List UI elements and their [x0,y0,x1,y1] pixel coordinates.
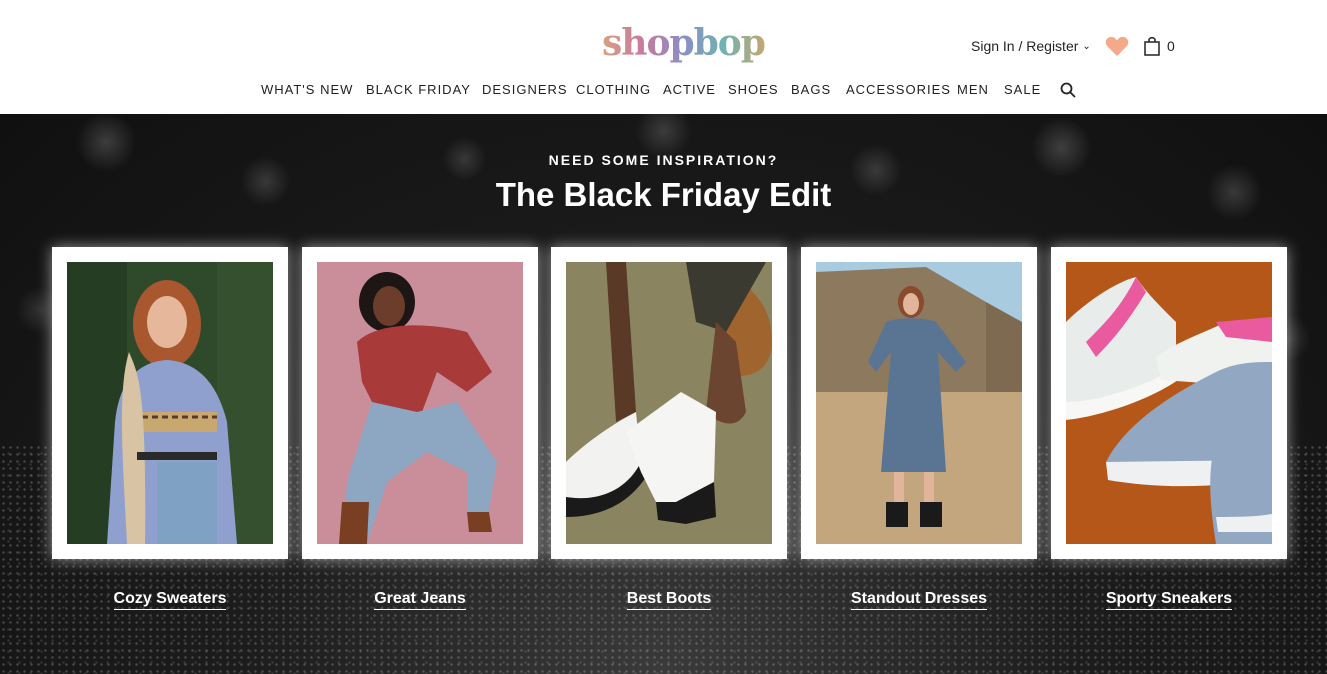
bag-count: 0 [1167,38,1175,54]
heart-icon[interactable] [1105,35,1129,57]
main-nav: WHAT'S NEW BLACK FRIDAY DESIGNERS CLOTHI… [0,82,1327,100]
hero-kicker: NEED SOME INSPIRATION? [548,152,779,168]
card-link-standout-dresses[interactable]: Standout Dresses [801,590,1037,610]
shopbop-logo[interactable]: shopbop [602,22,766,64]
card-label[interactable]: Sporty Sneakers [1105,590,1233,610]
nav-item-shoes[interactable]: SHOES [728,82,779,97]
nav-item-men[interactable]: MEN [957,82,989,97]
nav-item-sale[interactable]: SALE [1004,82,1041,97]
nav-item-accessories[interactable]: ACCESSORIES [846,82,951,97]
sporty-sneakers-image [1066,262,1272,544]
nav-item-bags[interactable]: BAGS [791,82,831,97]
hero-headline: The Black Friday Edit [495,176,832,213]
site-header: shopbop Sign In / Register ⌄ 0 WHAT'S NE… [0,0,1327,114]
card-label[interactable]: Standout Dresses [850,590,988,610]
chevron-down-icon: ⌄ [1082,40,1091,52]
search-icon[interactable] [1060,82,1076,98]
category-card-best-boots[interactable] [551,247,787,559]
nav-item-whats-new[interactable]: WHAT'S NEW [261,82,353,97]
card-link-cozy-sweaters[interactable]: Cozy Sweaters [52,590,288,610]
account-menu[interactable]: Sign In / Register ⌄ [971,38,1091,54]
cozy-sweaters-image [67,262,273,544]
category-card-great-jeans[interactable] [302,247,538,559]
best-boots-image [566,262,772,544]
great-jeans-image [317,262,523,544]
nav-item-clothing[interactable]: CLOTHING [576,82,651,97]
card-link-sporty-sneakers[interactable]: Sporty Sneakers [1051,590,1287,610]
nav-item-designers[interactable]: DESIGNERS [482,82,568,97]
card-label[interactable]: Great Jeans [374,590,466,610]
black-friday-hero: NEED SOME INSPIRATION? The Black Friday … [0,114,1327,674]
card-link-great-jeans[interactable]: Great Jeans [302,590,538,610]
card-label[interactable]: Cozy Sweaters [113,590,227,610]
card-label[interactable]: Best Boots [626,590,712,610]
sign-in-register-link[interactable]: Sign In / Register [971,38,1078,54]
standout-dresses-image [816,262,1022,544]
card-link-best-boots[interactable]: Best Boots [551,590,787,610]
category-card-standout-dresses[interactable] [801,247,1037,559]
category-card-sporty-sneakers[interactable] [1051,247,1287,559]
nav-item-active[interactable]: ACTIVE [663,82,716,97]
nav-item-black-friday[interactable]: BLACK FRIDAY [366,82,471,97]
category-card-cozy-sweaters[interactable] [52,247,288,559]
shopping-bag-icon[interactable] [1143,36,1161,56]
